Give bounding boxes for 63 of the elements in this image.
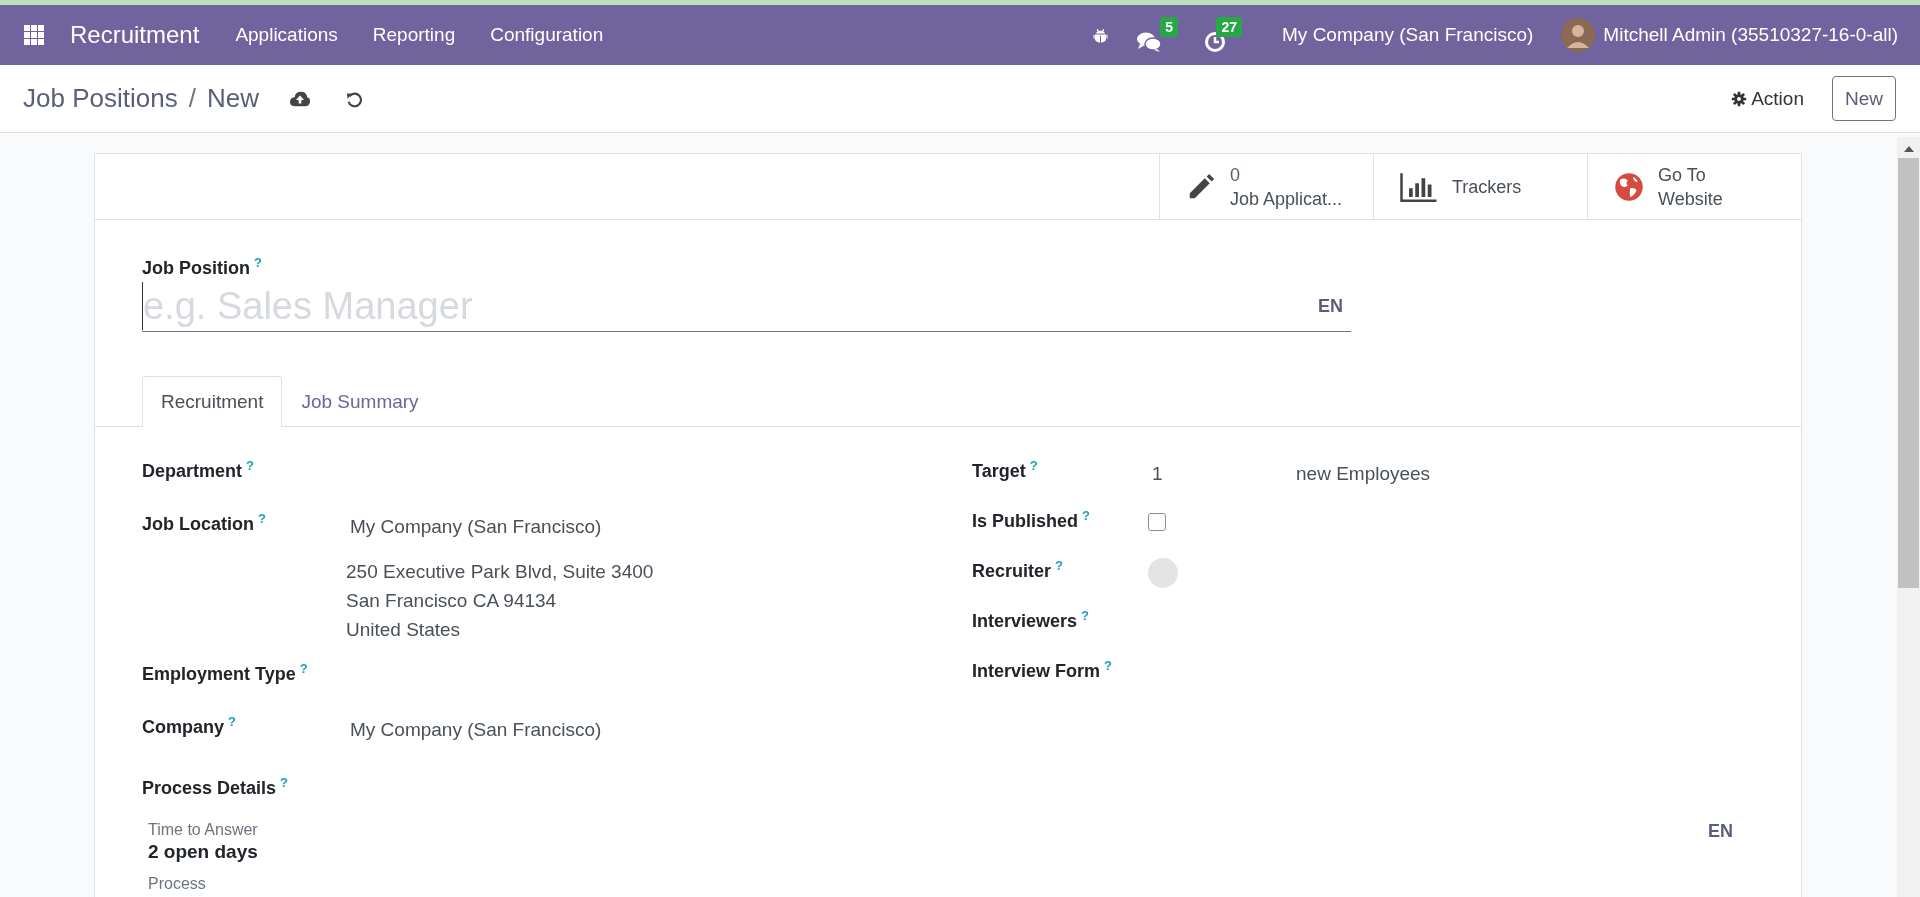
field-label: Process [148, 875, 207, 893]
help-tooltip[interactable]: ? [228, 717, 236, 727]
field-label: Department [142, 461, 243, 482]
field-label: Company [142, 717, 224, 738]
count-badge: 27 [1216, 17, 1243, 37]
help-tooltip[interactable]: ? [1081, 611, 1089, 621]
tab[interactable]: Job Summary [282, 376, 438, 427]
breadcrumb-link[interactable]: Job Positions [23, 83, 178, 114]
field-label: Process Details [142, 778, 277, 799]
clock-icon [1204, 31, 1227, 53]
avatar-icon [1561, 18, 1596, 52]
cloud-upload-icon [288, 89, 311, 108]
user-name: Mitchell Admin (35510327-16-0-all) [1603, 24, 1898, 46]
new-button[interactable]: New [1832, 76, 1896, 121]
field-label: Is Published [972, 511, 1079, 532]
address-line: United States [346, 618, 462, 642]
app-name[interactable]: Recruitment [70, 21, 200, 49]
help-tooltip[interactable]: ? [1029, 461, 1038, 471]
field-label: Target [972, 461, 1026, 482]
unit-label: new Employees [1295, 463, 1431, 485]
scrollbar[interactable] [1897, 137, 1920, 897]
globe-icon [1614, 171, 1644, 202]
field-label: Recruiter [972, 561, 1052, 582]
messages-button[interactable]: 5 [1136, 17, 1179, 53]
language-button[interactable]: EN [1708, 821, 1733, 842]
chat-icon [1136, 31, 1163, 53]
apps-menu-button[interactable] [24, 25, 44, 45]
breadcrumb-separator: / [188, 83, 196, 114]
field-label: Employment Type [142, 664, 296, 685]
activities-button[interactable]: 27 [1204, 17, 1243, 53]
bar-chart-icon [1400, 171, 1438, 202]
menu-item[interactable]: Reporting [372, 24, 456, 46]
user-menu[interactable]: Mitchell Admin (35510327-16-0-all) [1561, 18, 1898, 52]
help-tooltip[interactable]: ? [280, 778, 289, 788]
tab[interactable]: Recruitment [142, 376, 283, 427]
help-tooltip[interactable]: ? [1082, 511, 1090, 521]
address-line: 250 Executive Park Blvd, Suite 3400 [346, 560, 654, 584]
help-tooltip[interactable]: ? [246, 461, 254, 471]
field-label: Job Position [142, 258, 250, 279]
help-tooltip[interactable]: ? [299, 664, 308, 674]
help-tooltip[interactable]: ? [1104, 661, 1112, 671]
count-badge: 5 [1160, 17, 1179, 37]
help-tooltip[interactable]: ? [254, 258, 262, 268]
field-label: Interview Form [972, 661, 1101, 682]
field-value: 1 [1151, 463, 1164, 485]
breadcrumb-current: New [206, 83, 259, 114]
language-button[interactable]: EN [1318, 295, 1343, 317]
field-label: Interviewers [972, 611, 1078, 632]
help-tooltip[interactable]: ? [258, 514, 266, 524]
field-value: My Company (San Francisco) [349, 719, 602, 741]
field-value: My Company (San Francisco) [349, 516, 603, 538]
menu-item[interactable]: Configuration [490, 24, 604, 46]
gear-icon [1731, 90, 1748, 107]
field-label: Time to Answer [148, 821, 258, 839]
field-value: 2 open days [148, 841, 258, 863]
help-tooltip[interactable]: ? [1055, 561, 1063, 571]
field-label: Job Location [142, 514, 254, 535]
action-button[interactable]: Action [1725, 81, 1810, 116]
company-switcher[interactable]: My Company (San Francisco) [1282, 24, 1534, 46]
checkbox[interactable] [1148, 513, 1166, 531]
menu-item[interactable]: Applications [235, 24, 338, 46]
grid-icon [24, 25, 44, 45]
address-line: San Francisco CA 94134 [346, 589, 558, 613]
